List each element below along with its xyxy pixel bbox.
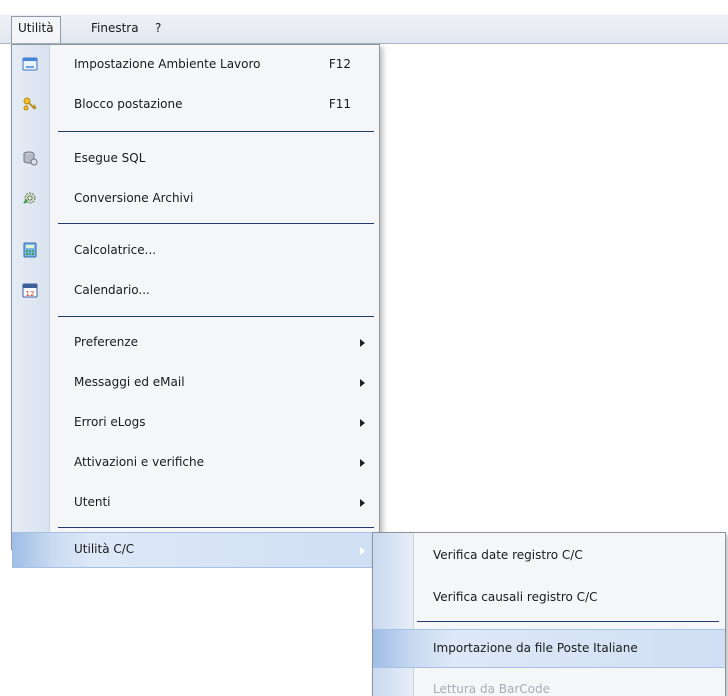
menu-item-label: Messaggi ed eMail [74,375,185,389]
menu-item-conversione-archivi[interactable]: Conversione Archivi [12,181,379,215]
calculator-icon [23,242,37,258]
menu-item-label: Utilità C/C [74,542,135,556]
menu-separator [58,131,374,132]
calendar-icon-text: 12 [26,290,35,298]
submenu-separator [417,621,719,622]
menu-item-utilita-cc[interactable]: Utilità C/C [12,532,379,568]
menu-item-calendario[interactable]: 12 Calendario... [12,273,379,307]
submenu-item-verifica-causali[interactable]: Verifica causali registro C/C [373,579,725,615]
menubar-item-help[interactable]: ? [149,17,167,39]
menu-item-label: Calcolatrice... [74,243,157,257]
menu-item-preferenze[interactable]: Preferenze [12,325,379,359]
submenu-item-label: Verifica date registro C/C [433,548,583,562]
database-icon [23,151,38,166]
menubar-item-utilita[interactable]: Utilità [11,16,61,45]
submenu-item-importazione-poste[interactable]: Importazione da file Poste Italiane [373,629,725,668]
menu-bar: Utilità Finestra ? [0,0,728,45]
utilita-menu: Impostazione Ambiente Lavoro F12 Blocco … [11,44,380,568]
submenu-item-label: Verifica causali registro C/C [433,590,598,604]
menubar-item-finestra[interactable]: Finestra [85,17,145,39]
menu-item-impostazione-ambiente[interactable]: Impostazione Ambiente Lavoro F12 [12,47,379,81]
settings-window-icon [22,57,38,71]
submenu-arrow-icon [360,379,365,387]
menu-item-esegue-sql[interactable]: Esegue SQL [12,141,379,175]
menu-item-label: Errori eLogs [74,415,146,429]
menu-item-errori-logs[interactable]: Errori eLogs [12,405,379,439]
submenu-item-verifica-date[interactable]: Verifica date registro C/C [373,537,725,573]
calendar-icon: 12 [22,283,38,298]
submenu-arrow-icon [360,499,365,507]
menu-item-calcolatrice[interactable]: Calcolatrice... [12,233,379,267]
menu-separator [58,223,374,224]
menu-item-shortcut: F12 [328,57,351,71]
submenu-item-label: Lettura da BarCode [433,682,550,696]
menu-item-label: Conversione Archivi [74,191,194,205]
menu-item-label: Calendario... [74,283,150,297]
submenu-arrow-icon [360,547,365,555]
menu-item-shortcut: F11 [328,97,351,111]
menu-item-label: Preferenze [74,335,139,349]
menu-item-utenti[interactable]: Utenti [12,485,379,519]
gears-icon [23,192,36,204]
menu-item-label: Impostazione Ambiente Lavoro [74,57,261,71]
menu-item-attivazioni-verifiche[interactable]: Attivazioni e verifiche [12,445,379,479]
menu-item-label: Blocco postazione [74,97,183,111]
utilita-cc-submenu: Verifica date registro C/C Verifica caus… [372,532,726,696]
submenu-item-label: Importazione da file Poste Italiane [433,641,638,655]
menu-item-label: Esegue SQL [74,151,146,165]
menu-item-label: Attivazioni e verifiche [74,455,205,469]
menu-separator [58,316,374,317]
submenu-arrow-icon [360,459,365,467]
submenu-item-lettura-barcode[interactable]: Lettura da BarCode [373,671,725,696]
keys-icon [23,97,37,111]
menu-item-label: Utenti [74,495,111,509]
menu-item-blocco-postazione[interactable]: Blocco postazione F11 [12,87,379,121]
menu-item-messaggi-email[interactable]: Messaggi ed eMail [12,365,379,399]
submenu-arrow-icon [360,419,365,427]
submenu-arrow-icon [360,339,365,347]
menu-separator [58,527,374,528]
